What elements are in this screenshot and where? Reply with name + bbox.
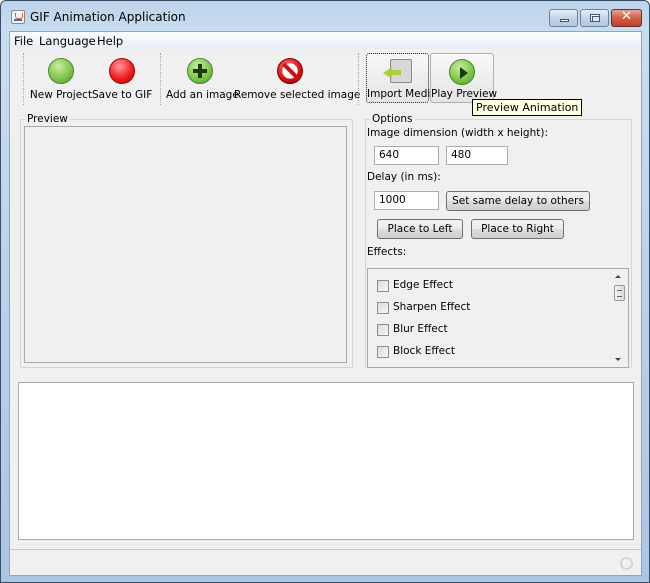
preview-canvas bbox=[24, 126, 347, 363]
close-icon: ✕ bbox=[621, 9, 632, 24]
app-window: GIF Animation Application ✕ File Languag… bbox=[0, 0, 650, 583]
add-image-label: Add an image bbox=[166, 89, 239, 101]
effect-label: Sharpen Effect bbox=[393, 301, 471, 313]
minimize-icon bbox=[560, 19, 569, 22]
effect-label: Blur Effect bbox=[393, 323, 448, 335]
add-image-button[interactable]: Add an image bbox=[166, 53, 239, 103]
play-preview-button[interactable]: Play Preview bbox=[430, 53, 497, 103]
no-sign-icon bbox=[277, 58, 303, 84]
scroll-thumb[interactable] bbox=[614, 285, 625, 301]
edge-effect-checkbox[interactable] bbox=[377, 280, 389, 292]
delay-field[interactable]: 1000 bbox=[374, 191, 439, 210]
menu-help[interactable]: Help bbox=[97, 34, 123, 48]
import-media-icon bbox=[382, 59, 412, 83]
menu-language[interactable]: Language bbox=[39, 34, 96, 48]
effects-list: Edge Effect Sharpen Effect Blur Effect B… bbox=[367, 268, 629, 368]
options-title: Options bbox=[370, 113, 415, 125]
height-field[interactable]: 480 bbox=[446, 146, 508, 165]
place-right-button[interactable]: Place to Right bbox=[471, 219, 564, 239]
delay-label: Delay (in ms): bbox=[367, 171, 441, 183]
remove-image-label: Remove selected image bbox=[234, 89, 361, 101]
toolbar-separator bbox=[23, 53, 24, 105]
java-app-icon bbox=[11, 10, 25, 24]
toolbar-separator bbox=[358, 53, 359, 105]
new-project-label: New Project bbox=[29, 89, 93, 101]
save-to-gif-label: Save to GIF bbox=[92, 89, 153, 101]
remove-image-button[interactable]: Remove selected image bbox=[234, 53, 361, 103]
effect-label: Block Effect bbox=[393, 345, 455, 357]
width-field[interactable]: 640 bbox=[374, 146, 439, 165]
image-strip-area[interactable] bbox=[18, 382, 634, 540]
new-project-button[interactable]: New Project bbox=[28, 53, 94, 103]
close-button[interactable]: ✕ bbox=[611, 9, 642, 27]
blur-effect-checkbox[interactable] bbox=[377, 324, 389, 336]
minimize-button[interactable] bbox=[549, 9, 578, 27]
set-same-delay-button[interactable]: Set same delay to others bbox=[446, 191, 590, 211]
status-bar bbox=[10, 549, 641, 575]
preview-group: Preview bbox=[20, 113, 353, 368]
image-dimension-label: Image dimension (width x height): bbox=[367, 127, 548, 139]
scroll-up-icon[interactable] bbox=[615, 275, 621, 278]
menu-file[interactable]: File bbox=[14, 34, 33, 48]
window-title: GIF Animation Application bbox=[30, 10, 186, 24]
maximize-icon bbox=[590, 14, 600, 22]
busy-indicator-icon bbox=[620, 557, 633, 570]
maximize-button[interactable] bbox=[580, 9, 609, 27]
preview-title: Preview bbox=[25, 113, 70, 125]
scroll-down-icon[interactable] bbox=[615, 358, 621, 361]
effects-scrollbar[interactable] bbox=[611, 269, 628, 367]
add-icon bbox=[187, 58, 213, 84]
save-to-gif-button[interactable]: Save to GIF bbox=[92, 53, 152, 103]
import-media-label: Import Media bbox=[367, 88, 437, 100]
green-circle-icon bbox=[48, 58, 74, 84]
toolbar-separator bbox=[160, 53, 161, 105]
play-icon bbox=[449, 59, 475, 85]
effects-label: Effects: bbox=[367, 246, 407, 258]
block-effect-checkbox[interactable] bbox=[377, 346, 389, 358]
menu-bar: File Language Help bbox=[10, 32, 641, 49]
place-left-button[interactable]: Place to Left bbox=[377, 219, 463, 239]
effect-label: Edge Effect bbox=[393, 279, 453, 291]
title-bar[interactable]: GIF Animation Application ✕ bbox=[1, 1, 649, 31]
import-media-button[interactable]: Import Media bbox=[366, 53, 437, 103]
options-group: Options Image dimension (width x height)… bbox=[365, 113, 632, 368]
tooltip: Preview Animation bbox=[472, 99, 583, 116]
sharpen-effect-checkbox[interactable] bbox=[377, 302, 389, 314]
red-circle-icon bbox=[109, 58, 135, 84]
